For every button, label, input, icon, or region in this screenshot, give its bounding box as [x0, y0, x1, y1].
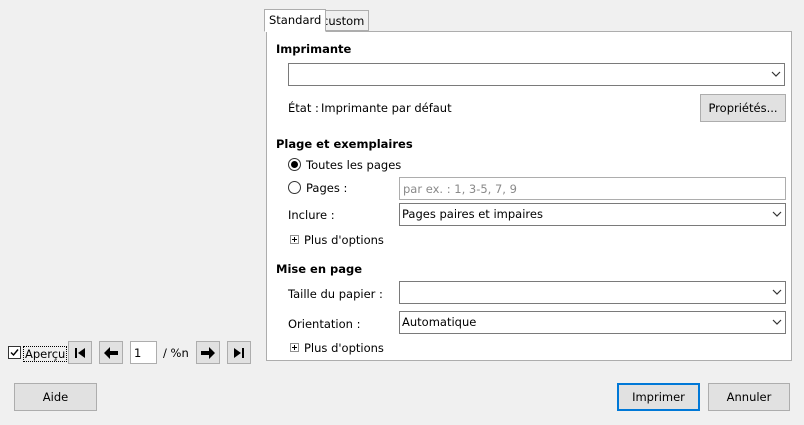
page-number-input[interactable]: [131, 342, 156, 363]
layout-section-title: Mise en page: [276, 262, 363, 276]
expand-plus-icon[interactable]: [290, 343, 299, 352]
printer-select[interactable]: [288, 63, 785, 86]
printer-status-label: État :: [288, 101, 319, 115]
chevron-down-icon: [768, 204, 785, 225]
cancel-button[interactable]: Annuler: [708, 383, 790, 411]
include-select-value: Pages paires et impaires: [402, 207, 543, 221]
range-more-options[interactable]: Plus d'options: [304, 233, 384, 247]
tab-custom-label: custom: [322, 14, 365, 28]
tab-standard[interactable]: Standard: [264, 9, 327, 32]
pages-label: Pages :: [306, 181, 348, 195]
first-page-icon: [75, 347, 85, 358]
arrow-right-icon: [201, 346, 215, 359]
orientation-label: Orientation :: [288, 317, 361, 331]
preview-label[interactable]: Aperçu: [23, 346, 68, 362]
all-pages-label: Toutes les pages: [306, 158, 402, 172]
pages-input-wrapper: [399, 177, 786, 200]
first-page-button[interactable]: [68, 341, 92, 364]
all-pages-radio[interactable]: [288, 158, 301, 171]
paper-size-label: Taille du papier :: [288, 287, 383, 301]
range-section-title: Plage et exemplaires: [276, 137, 413, 151]
properties-button[interactable]: Propriétés...: [700, 94, 786, 122]
include-select[interactable]: Pages paires et impaires: [399, 203, 786, 226]
print-button[interactable]: Imprimer: [617, 383, 700, 411]
page-total: / %n: [163, 346, 189, 360]
print-button-label: Imprimer: [632, 390, 685, 404]
next-page-button[interactable]: [196, 341, 220, 364]
expand-plus-icon[interactable]: [290, 235, 299, 244]
chevron-down-icon: [768, 282, 785, 303]
checkmark-icon: [10, 349, 19, 357]
paper-size-select[interactable]: [399, 281, 786, 304]
help-button[interactable]: Aide: [14, 383, 97, 411]
properties-button-label: Propriétés...: [708, 101, 778, 115]
pages-radio[interactable]: [288, 181, 301, 194]
last-page-icon: [234, 347, 244, 358]
arrow-left-icon: [104, 346, 118, 359]
orientation-select[interactable]: Automatique: [399, 311, 786, 334]
pages-input[interactable]: [400, 178, 785, 199]
tab-standard-label: Standard: [269, 13, 322, 27]
chevron-down-icon: [768, 312, 785, 333]
layout-more-options[interactable]: Plus d'options: [304, 341, 384, 355]
help-button-label: Aide: [42, 390, 69, 404]
chevron-down-icon: [767, 64, 784, 85]
last-page-button[interactable]: [227, 341, 251, 364]
previous-page-button[interactable]: [99, 341, 123, 364]
orientation-select-value: Automatique: [402, 315, 477, 329]
preview-checkbox[interactable]: [8, 346, 21, 359]
printer-status-value: Imprimante par défaut: [321, 101, 452, 115]
settings-panel: Imprimante État : Imprimante par défaut …: [266, 31, 792, 361]
printer-section-title: Imprimante: [276, 42, 352, 56]
page-number-wrapper: [130, 341, 157, 364]
include-label: Inclure :: [288, 208, 335, 222]
cancel-button-label: Annuler: [726, 390, 772, 404]
